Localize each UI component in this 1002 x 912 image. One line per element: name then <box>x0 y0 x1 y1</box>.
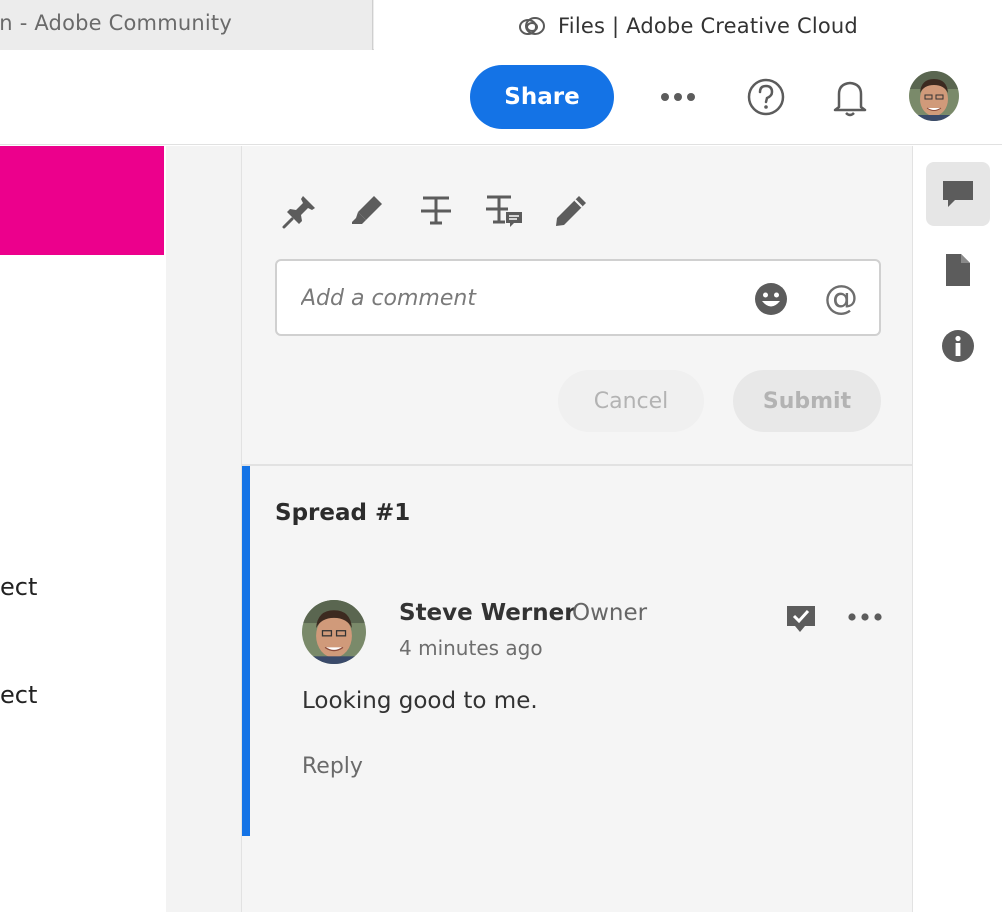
thread-selected-indicator <box>242 466 250 836</box>
help-icon[interactable] <box>746 77 786 117</box>
document-text: ect <box>0 681 38 709</box>
comments-panel: @ Cancel Submit Spread #1 Steve Werner O… <box>241 146 913 912</box>
replace-text-icon[interactable] <box>484 191 524 231</box>
app-header: Share <box>0 51 1002 145</box>
browser-tab-community[interactable]: gn - Adobe Community <box>0 0 373 50</box>
right-rail <box>913 146 1002 912</box>
document-text: ect <box>0 573 38 601</box>
cancel-button[interactable]: Cancel <box>558 370 704 432</box>
comment-input[interactable] <box>301 281 741 315</box>
document-graphic <box>0 146 164 255</box>
share-button[interactable]: Share <box>470 65 614 129</box>
strikethrough-icon[interactable] <box>416 191 456 231</box>
thread-title: Spread #1 <box>275 500 411 526</box>
file-icon[interactable] <box>926 238 990 302</box>
pencil-icon[interactable] <box>551 191 591 231</box>
pin-icon[interactable] <box>280 191 320 231</box>
comment-more-icon[interactable] <box>846 602 884 632</box>
comment-thread: Spread #1 Steve Werner Owner 4 minutes a… <box>242 466 912 836</box>
comment-author: Steve Werner <box>399 600 576 626</box>
resolve-icon[interactable] <box>784 602 818 636</box>
comment-box: @ <box>275 259 881 336</box>
creative-cloud-icon <box>519 16 546 35</box>
highlighter-icon[interactable] <box>347 191 387 231</box>
reply-button[interactable]: Reply <box>302 754 363 779</box>
document-gutter <box>166 146 241 912</box>
info-icon[interactable] <box>926 314 990 378</box>
bell-icon[interactable] <box>830 77 870 117</box>
mention-icon[interactable]: @ <box>821 277 861 319</box>
submit-button[interactable]: Submit <box>733 370 881 432</box>
tab-title: Files | Adobe Creative Cloud <box>558 13 858 38</box>
comments-icon[interactable] <box>926 162 990 226</box>
document-canvas[interactable]: ect ect <box>0 146 166 912</box>
browser-tab-strip: gn - Adobe Community Files | Adobe Creat… <box>0 0 1002 51</box>
emoji-icon[interactable] <box>753 281 789 317</box>
tab-title: gn - Adobe Community <box>0 11 232 35</box>
browser-tab-files[interactable]: Files | Adobe Creative Cloud <box>374 0 1002 51</box>
comment-timestamp: 4 minutes ago <box>399 636 543 660</box>
avatar[interactable] <box>909 71 959 121</box>
comment-text: Looking good to me. <box>302 688 538 714</box>
comment-author-role: Owner <box>572 600 648 626</box>
comment-avatar <box>302 600 366 664</box>
more-icon[interactable] <box>658 77 698 117</box>
